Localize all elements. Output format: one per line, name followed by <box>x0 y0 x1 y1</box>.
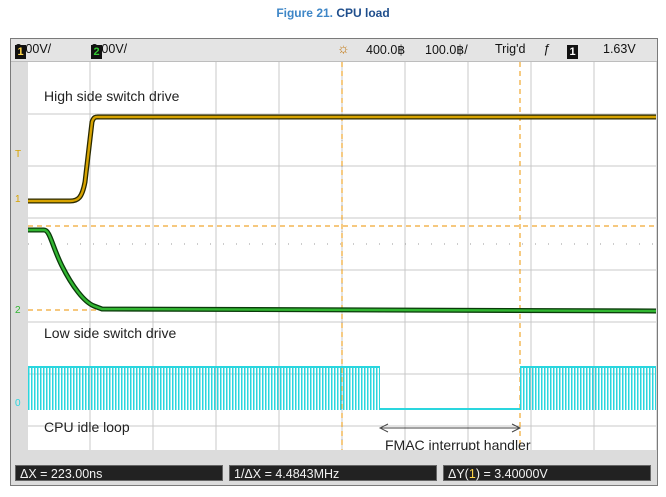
figure-title: CPU load <box>336 6 390 20</box>
channel-1-scale[interactable]: 1 2.00V/ <box>15 42 51 59</box>
inverse-delta-x-readout[interactable]: 1/ΔX = 4.4843MHz <box>229 465 437 481</box>
delta-y-readout[interactable]: ΔY(1) = 3.40000V <box>443 465 651 481</box>
digital-burst-1 <box>28 366 380 410</box>
channel-1-badge: 1 <box>15 45 26 59</box>
scope-top-bar: 1 2.00V/ 2 2.00V/ ☼ 400.0฿ 100.0฿/ Trig'd … <box>11 39 657 62</box>
waveform-screen[interactable]: High side switch drive Low side switch d… <box>28 62 656 450</box>
channel-2-badge: 2 <box>91 45 102 59</box>
channel-2-ground-marker: 2 <box>15 305 21 316</box>
delta-y-channel: 1 <box>468 467 476 481</box>
trigger-marker: T <box>15 149 22 160</box>
fmac-duration-arrow <box>378 423 522 433</box>
trigger-channel-badge: 1 <box>567 45 578 59</box>
channel-2-scale[interactable]: 2 2.00V/ <box>91 42 127 59</box>
delta-y-prefix: ΔY( <box>448 467 469 481</box>
intensity-icon[interactable]: ☼ <box>337 40 350 56</box>
figure-caption: Figure 21. CPU load <box>0 6 666 20</box>
delta-x-readout[interactable]: ΔX = 223.00ns <box>15 465 223 481</box>
digital-burst-2 <box>520 366 656 410</box>
timebase-scale[interactable]: 100.0฿/ <box>425 42 468 57</box>
timebase-position[interactable]: 400.0฿ <box>366 42 405 57</box>
low-side-label: Low side switch drive <box>44 325 177 341</box>
cpu-idle-label: CPU idle loop <box>44 419 130 435</box>
fmac-label: FMAC interrupt handler <box>385 437 531 450</box>
channel-1-ground-marker: 1 <box>15 194 21 205</box>
digital-burst-1-top <box>28 366 380 368</box>
delta-y-value: ) = 3.40000V <box>475 467 548 481</box>
high-side-label: High side switch drive <box>44 88 180 104</box>
digital-channel-marker: 0 <box>15 398 21 409</box>
trigger-status: Trig'd <box>495 42 526 56</box>
trigger-edge-icon: ƒ <box>543 42 550 56</box>
waveform-graphics <box>28 62 656 450</box>
digital-burst-2-top <box>520 366 656 368</box>
measurement-bar: ΔX = 223.00ns 1/ΔX = 4.4843MHz ΔY(1) = 3… <box>11 461 657 485</box>
trigger-level[interactable]: 1.63V <box>603 42 636 56</box>
figure-number: Figure 21. <box>276 6 333 20</box>
oscilloscope-display: 1 2.00V/ 2 2.00V/ ☼ 400.0฿ 100.0฿/ Trig'd … <box>10 38 658 486</box>
